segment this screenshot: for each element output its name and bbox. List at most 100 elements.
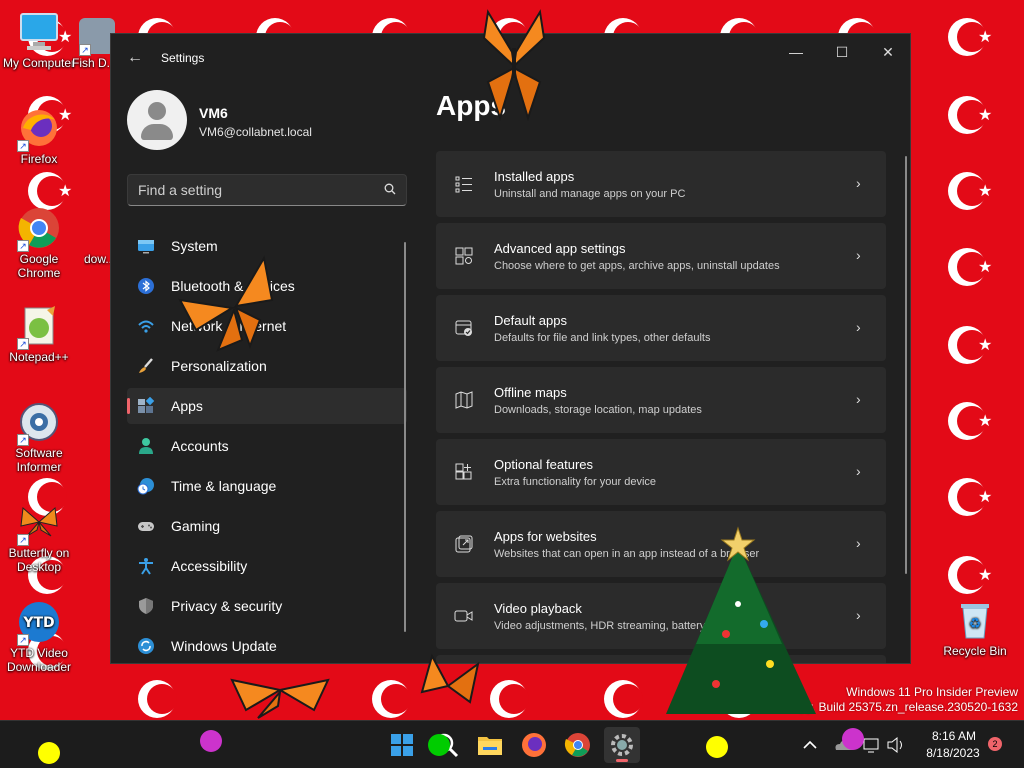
file-explorer-icon	[478, 737, 502, 755]
recycle-bin-icon: ♻	[953, 598, 997, 642]
desktop-icon-label: Software Informer	[15, 446, 63, 474]
maximize-button[interactable]: ☐	[827, 42, 857, 62]
accessibility-icon	[139, 558, 153, 575]
desktop-icon-chrome[interactable]: ↗ Google Chrome	[0, 206, 78, 280]
card-installed-apps[interactable]: Installed apps Uninstall and manage apps…	[436, 151, 886, 217]
card-advanced-app-settings[interactable]: Advanced app settings Choose where to ge…	[436, 223, 886, 289]
butterfly-app-icon: ↗	[17, 500, 61, 546]
active-indicator	[616, 759, 628, 762]
confetti-dot	[842, 728, 864, 750]
search-icon[interactable]	[384, 183, 396, 195]
crescent-decoration	[490, 680, 529, 718]
avatar[interactable]	[127, 90, 187, 150]
bluetooth-icon	[138, 278, 154, 294]
ytd-downloader-icon: YTD ↗	[17, 600, 61, 646]
settings-taskbar-button[interactable]	[604, 727, 640, 763]
map-icon	[455, 391, 473, 409]
christmas-tree-sprite	[666, 526, 816, 714]
svg-text:♻: ♻	[969, 616, 982, 632]
card-title: Default apps	[494, 313, 567, 328]
card-offline-maps[interactable]: Offline maps Downloads, storage location…	[436, 367, 886, 433]
volume-tray-button[interactable]	[884, 731, 908, 759]
desktop-icon-label: Recycle Bin	[943, 644, 1007, 658]
sidebar-item-time-language[interactable]: Time & language	[127, 468, 407, 504]
sidebar-scrollbar[interactable]	[404, 242, 406, 632]
butterfly-sprite	[420, 653, 480, 704]
card-subtitle: Extra functionality for your device	[494, 476, 657, 488]
butterfly-sprite	[230, 678, 330, 719]
back-button[interactable]: ←	[125, 48, 145, 68]
show-hidden-icons-button[interactable]	[796, 731, 824, 759]
sidebar-item-accounts[interactable]: Accounts	[127, 428, 407, 464]
star-decoration: ★	[978, 259, 993, 276]
notepad-plus-plus-icon: ↗	[17, 304, 61, 350]
crescent-decoration	[604, 680, 643, 718]
sidebar-item-gaming[interactable]: Gaming	[127, 508, 407, 544]
profile-email: VM6@collabnet.local	[199, 125, 312, 139]
desktop-icon-butterfly[interactable]: ↗ Butterfly on Desktop	[0, 500, 78, 574]
sidebar-item-apps[interactable]: Apps	[127, 388, 407, 424]
notification-badge[interactable]: 2	[988, 737, 1002, 751]
desktop-icon-my-computer[interactable]: My Computer	[0, 10, 78, 70]
chevron-right-icon: ›	[856, 175, 861, 191]
open-external-icon	[455, 535, 473, 553]
desktop-icon-notepadpp[interactable]: ↗ Notepad++	[0, 304, 78, 364]
star-decoration: ★	[978, 107, 993, 124]
close-button[interactable]: ✕	[873, 42, 903, 62]
search-box[interactable]	[127, 174, 407, 206]
card-subtitle: Downloads, storage location, map updates	[494, 404, 702, 416]
app-settings-icon	[455, 247, 473, 265]
sidebar-item-accessibility[interactable]: Accessibility	[127, 548, 407, 584]
sidebar-item-label: Personalization	[171, 358, 267, 374]
card-title: Advanced app settings	[494, 241, 626, 256]
desktop-icon-recycle-bin[interactable]: ♻ Recycle Bin	[936, 598, 1014, 658]
default-apps-icon	[455, 320, 472, 336]
sidebar-item-label: Privacy & security	[171, 598, 283, 614]
firefox-icon: ↗	[17, 106, 61, 152]
confetti-dot	[200, 730, 222, 752]
computer-icon	[17, 10, 61, 54]
confetti-dot	[428, 734, 450, 756]
minimize-button[interactable]: —	[781, 42, 811, 62]
sidebar-item-label: Gaming	[171, 518, 221, 534]
brush-icon	[139, 358, 153, 373]
main-scrollbar[interactable]	[905, 156, 907, 574]
profile-name: VM6	[199, 105, 228, 121]
speaker-icon	[887, 736, 902, 754]
firefox-icon	[522, 733, 546, 757]
card-title: Apps for websites	[494, 529, 597, 544]
star-decoration: ★	[978, 489, 993, 506]
sidebar-item-label: Time & language	[171, 478, 277, 494]
chrome-taskbar-button[interactable]	[560, 727, 596, 763]
clock-time[interactable]: 8:16 AM	[924, 729, 984, 743]
firefox-taskbar-button[interactable]	[516, 727, 552, 763]
start-icon	[391, 734, 413, 756]
person-icon	[139, 438, 153, 454]
desktop-icon-ytd[interactable]: YTD ↗ YTD Video Downloader	[0, 600, 78, 674]
star-decoration: ★	[978, 567, 993, 584]
card-optional-features[interactable]: Optional features Extra functionality fo…	[436, 439, 886, 505]
star-decoration: ★	[58, 183, 73, 200]
window-title: Settings	[161, 51, 205, 65]
card-subtitle: Defaults for file and link types, other …	[494, 332, 711, 344]
globe-clock-icon	[137, 478, 154, 495]
card-default-apps[interactable]: Default apps Defaults for file and link …	[436, 295, 886, 361]
desktop-icon-label: Notepad++	[9, 350, 69, 364]
taskbar	[0, 720, 1024, 768]
start-button[interactable]	[384, 727, 420, 763]
desktop-icon-software-informer[interactable]: ↗ Software Informer	[0, 400, 78, 474]
star-decoration: ★	[978, 413, 993, 430]
clock-date[interactable]: 8/18/2023	[918, 746, 988, 760]
chevron-right-icon: ›	[856, 607, 861, 623]
desktop-icon-firefox[interactable]: ↗ Firefox	[0, 106, 78, 166]
card-title: Video playback	[494, 601, 582, 616]
search-input[interactable]	[128, 175, 368, 205]
card-title: Offline maps	[494, 385, 567, 400]
update-icon	[138, 638, 154, 654]
chevron-right-icon: ›	[856, 391, 861, 407]
chevron-right-icon: ›	[856, 319, 861, 335]
chevron-right-icon: ›	[856, 463, 861, 479]
file-explorer-button[interactable]	[472, 727, 508, 763]
sidebar-item-windows-update[interactable]: Windows Update	[127, 628, 407, 663]
sidebar-item-privacy[interactable]: Privacy & security	[127, 588, 407, 624]
